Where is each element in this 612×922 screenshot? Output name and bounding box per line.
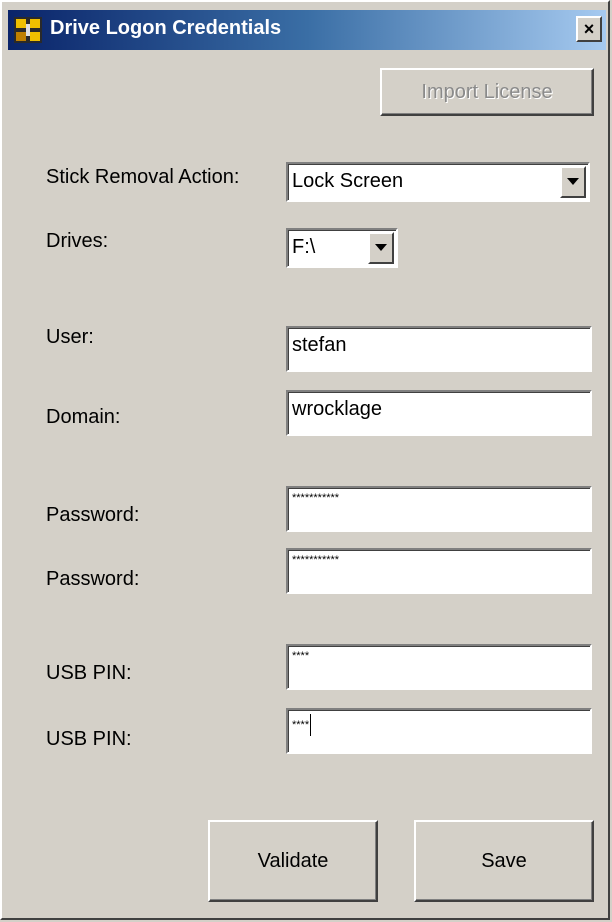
pin-label: USB PIN: <box>46 662 132 684</box>
password-confirm-value: *********** <box>292 554 340 566</box>
removal-action-dropdown-button[interactable] <box>560 166 586 198</box>
text-cursor <box>310 714 312 736</box>
title-bar[interactable]: Drive Logon Credentials × <box>8 10 606 50</box>
user-field[interactable]: stefan <box>286 326 592 372</box>
removal-action-select[interactable]: Lock Screen <box>286 162 590 202</box>
drive-credentials-icon <box>14 17 42 43</box>
import-license-button[interactable]: Import License <box>380 68 594 116</box>
user-value: stefan <box>292 334 347 356</box>
drives-select[interactable]: F:\ <box>286 228 398 268</box>
domain-value: wrocklage <box>292 398 383 420</box>
save-button[interactable]: Save <box>414 820 594 902</box>
chevron-down-icon <box>375 244 387 251</box>
drives-value: F:\ <box>292 236 316 258</box>
user-label: User: <box>46 326 94 348</box>
validate-button[interactable]: Validate <box>208 820 378 902</box>
pin-confirm-value: **** <box>292 718 310 731</box>
domain-field[interactable]: wrocklage <box>286 390 592 436</box>
drives-dropdown-button[interactable] <box>368 232 394 264</box>
pin-confirm-field[interactable]: **** <box>286 708 592 754</box>
pin-field[interactable]: **** <box>286 644 592 690</box>
password-label: Password: <box>46 504 140 526</box>
pin-confirm-label: USB PIN: <box>46 728 132 750</box>
close-icon: × <box>583 19 595 39</box>
password-confirm-field[interactable]: *********** <box>286 548 592 594</box>
removal-action-value: Lock Screen <box>292 170 404 192</box>
validate-label: Validate <box>257 849 329 872</box>
pin-value: **** <box>292 650 310 662</box>
drives-label: Drives: <box>46 230 109 252</box>
removal-action-label: Stick Removal Action: <box>46 166 240 188</box>
password-confirm-label: Password: <box>46 568 140 590</box>
window-title: Drive Logon Credentials <box>50 17 282 39</box>
close-button[interactable]: × <box>576 16 602 42</box>
password-field[interactable]: *********** <box>286 486 592 532</box>
dialog-window: Drive Logon Credentials × Import License… <box>0 0 610 920</box>
password-value: *********** <box>292 492 340 504</box>
import-license-label: Import License <box>421 80 553 103</box>
domain-label: Domain: <box>46 406 121 428</box>
chevron-down-icon <box>567 178 579 185</box>
save-label: Save <box>481 849 527 872</box>
